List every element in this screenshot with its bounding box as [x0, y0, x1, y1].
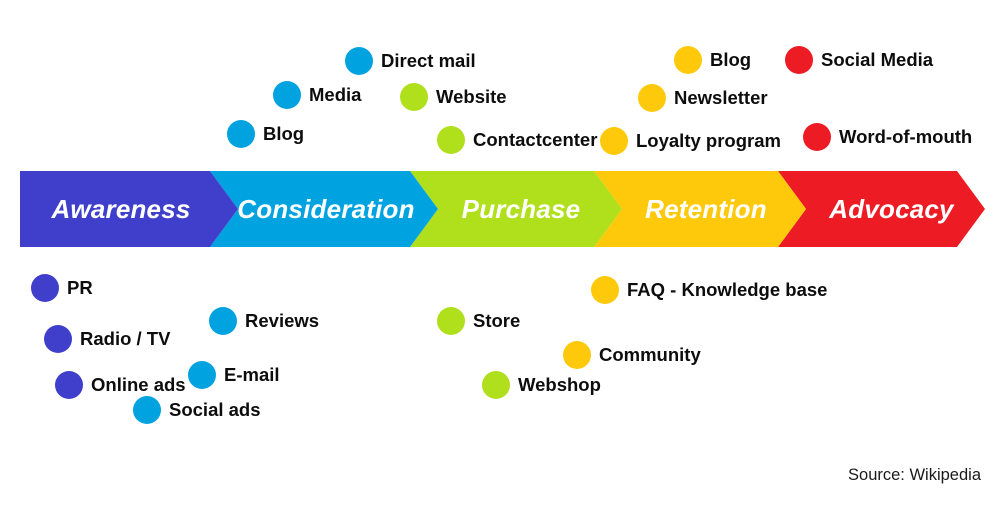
touchpoint-dot-icon [55, 371, 83, 399]
journey-stage-label: Consideration [237, 193, 415, 224]
touchpoint-label: Webshop [518, 373, 601, 395]
touchpoint-word-of-mouth[interactable]: Word-of-mouth [803, 123, 972, 151]
touchpoint-label: Word-of-mouth [839, 125, 973, 147]
touchpoint-dot-icon [437, 126, 465, 154]
touchpoint-dot-icon [227, 120, 255, 148]
touchpoint-label: Blog [710, 48, 752, 70]
journey-stage-label: Advocacy [829, 193, 954, 224]
touchpoint-label: E-mail [224, 363, 280, 385]
touchpoint-label: FAQ - Knowledge base [627, 278, 828, 300]
touchpoint-label: Store [473, 309, 521, 331]
journey-stage-label: Retention [645, 193, 767, 224]
journey-arrow-band: Awareness Consideration Purchase Retention A… [20, 171, 985, 247]
journey-stage-advocacy[interactable]: Advocacy [778, 171, 985, 247]
touchpoint-reviews[interactable]: Reviews [209, 307, 319, 335]
journey-stage-label: Awareness [51, 193, 191, 224]
touchpoint-dot-icon [345, 47, 373, 75]
touchpoint-label: PR [67, 276, 93, 298]
touchpoint-dot-icon [437, 307, 465, 335]
touchpoint-label: Reviews [245, 309, 320, 331]
touchpoint-dot-icon [563, 341, 591, 369]
touchpoint-blog[interactable]: Blog [227, 120, 304, 148]
touchpoint-direct-mail[interactable]: Direct mail [345, 47, 476, 75]
touchpoint-label: Contactcenter [473, 128, 598, 150]
touchpoint-dot-icon [273, 81, 301, 109]
touchpoint-media[interactable]: Media [273, 81, 361, 109]
touchpoint-dot-icon [209, 307, 237, 335]
touchpoint-radio-tv[interactable]: Radio / TV [44, 325, 170, 353]
touchpoint-loyalty-program[interactable]: Loyalty program [600, 127, 781, 155]
touchpoint-e-mail[interactable]: E-mail [188, 361, 280, 389]
journey-stage-retention[interactable]: Retention [594, 171, 806, 247]
touchpoint-dot-icon [482, 371, 510, 399]
touchpoint-dot-icon [803, 123, 831, 151]
touchpoint-newsletter[interactable]: Newsletter [638, 84, 768, 112]
customer-journey-diagram: Direct mail Media Blog Website Contactcenter… [0, 0, 999, 517]
touchpoint-label: Social ads [169, 398, 261, 420]
touchpoint-label: Media [309, 83, 362, 105]
touchpoint-store[interactable]: Store [437, 307, 520, 335]
touchpoint-community[interactable]: Community [563, 341, 701, 369]
touchpoint-dot-icon [674, 46, 702, 74]
touchpoint-label: Online ads [91, 373, 186, 395]
touchpoint-label: Social Media [821, 48, 934, 70]
touchpoint-dot-icon [188, 361, 216, 389]
touchpoint-social-ads[interactable]: Social ads [133, 396, 261, 424]
touchpoint-dot-icon [785, 46, 813, 74]
journey-stage-awareness[interactable]: Awareness [20, 171, 238, 247]
touchpoint-label: Website [436, 85, 507, 107]
touchpoint-faq-knowledge-base[interactable]: FAQ - Knowledge base [591, 276, 827, 304]
touchpoint-contactcenter[interactable]: Contactcenter [437, 126, 597, 154]
touchpoint-dot-icon [44, 325, 72, 353]
touchpoint-online-ads[interactable]: Online ads [55, 371, 186, 399]
journey-stage-label: Purchase [461, 193, 581, 224]
touchpoint-dot-icon [591, 276, 619, 304]
touchpoint-dot-icon [600, 127, 628, 155]
touchpoint-website[interactable]: Website [400, 83, 507, 111]
touchpoint-webshop[interactable]: Webshop [482, 371, 601, 399]
touchpoint-social-media[interactable]: Social Media [785, 46, 933, 74]
touchpoint-label: Newsletter [674, 86, 768, 108]
touchpoint-label: Community [599, 343, 701, 365]
touchpoint-label: Direct mail [381, 49, 476, 71]
source-note: Source: Wikipedia [848, 466, 981, 484]
journey-stage-consideration[interactable]: Consideration [210, 171, 438, 247]
touchpoint-dot-icon [133, 396, 161, 424]
touchpoint-label: Loyalty program [636, 129, 781, 151]
touchpoint-label: Blog [263, 122, 305, 144]
touchpoint-blog[interactable]: Blog [674, 46, 751, 74]
journey-stage-purchase[interactable]: Purchase [410, 171, 622, 247]
touchpoint-label: Radio / TV [80, 327, 171, 349]
touchpoint-dot-icon [400, 83, 428, 111]
touchpoint-dot-icon [31, 274, 59, 302]
touchpoint-pr[interactable]: PR [31, 274, 93, 302]
touchpoint-dot-icon [638, 84, 666, 112]
